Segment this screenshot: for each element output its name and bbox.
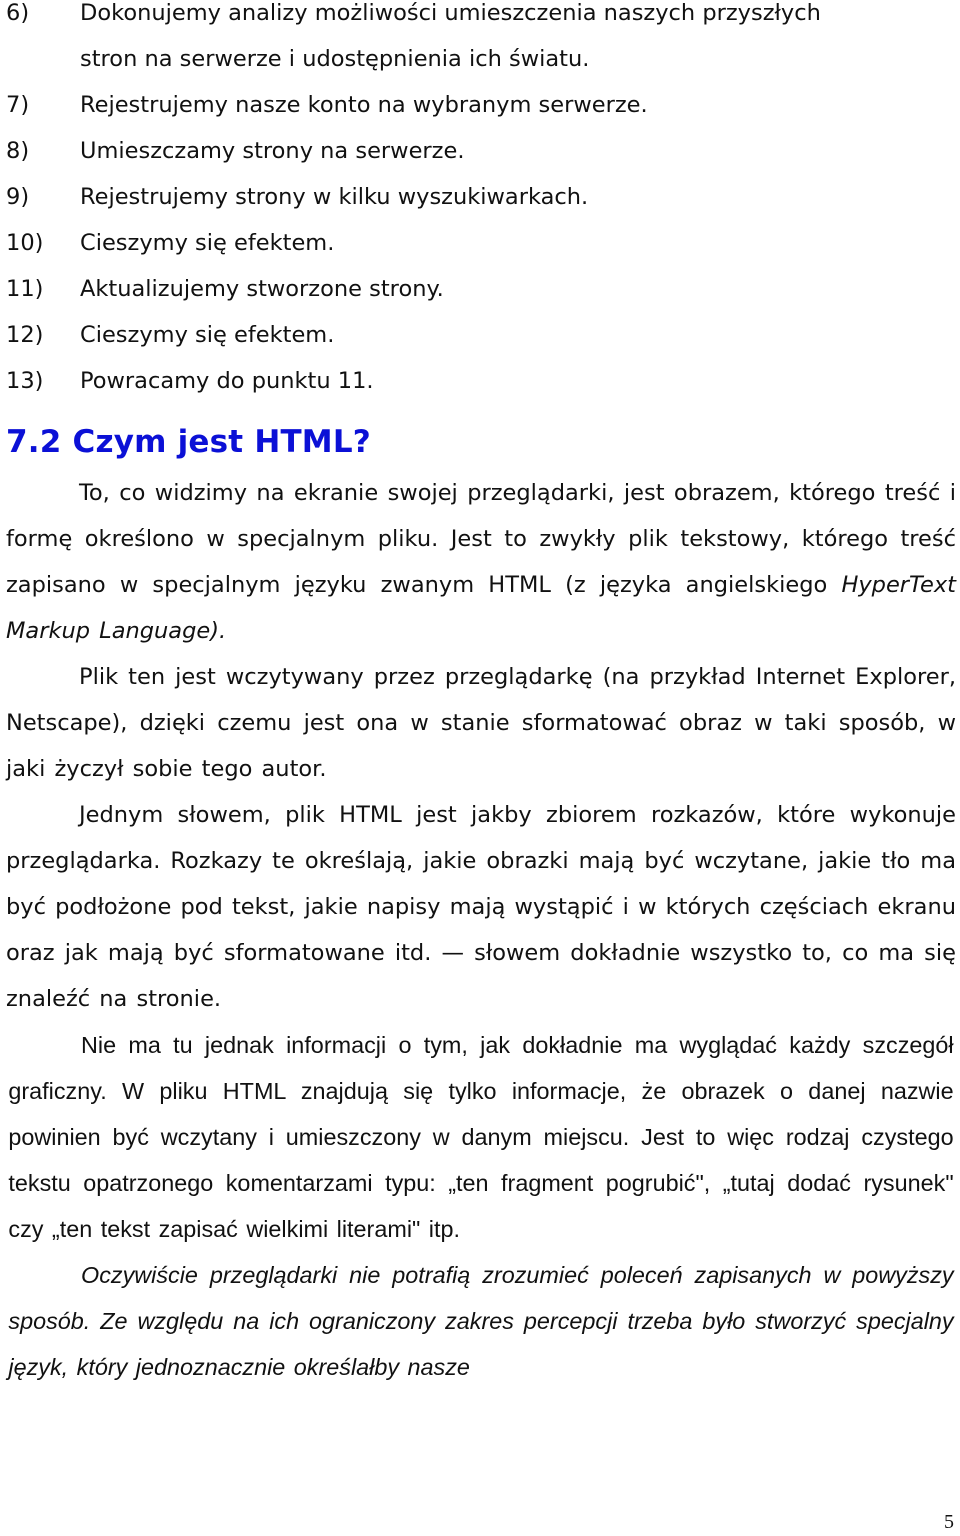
steps-list: 6) Dokonujemy analizy możliwości umieszc…: [6, 0, 956, 404]
list-text: Cieszymy się efektem.: [80, 230, 335, 256]
document-page: 6) Dokonujemy analizy możliwości umieszc…: [6, 0, 956, 1390]
paragraph-commands: Jednym słowem, plik HTML jest jakby zbio…: [6, 802, 956, 1012]
list-text: Cieszymy się efektem.: [80, 322, 335, 348]
page-number: 5: [944, 1511, 954, 1533]
list-text: Rejestrujemy nasze konto na wybranym ser…: [80, 92, 648, 118]
list-number: 6): [6, 0, 30, 26]
list-item: 8) Umieszczamy strony na serwerze.: [6, 128, 956, 174]
paragraph-what-is-html: To, co widzimy na ekranie swojej przeglą…: [6, 480, 956, 644]
section-heading: 7.2 Czym jest HTML?: [6, 424, 371, 460]
paragraph-no-graphics-info: Nie ma tu jednak informacji o tym, jak d…: [8, 1032, 954, 1242]
list-text-continuation: stron na serwerze i udostępnienia ich św…: [80, 46, 590, 72]
list-text: Umieszczamy strony na serwerze.: [80, 138, 465, 164]
list-item: 7) Rejestrujemy nasze konto na wybranym …: [6, 82, 956, 128]
list-item: 13) Powracamy do punktu 11.: [6, 358, 956, 404]
list-text: Aktualizujemy stworzone strony.: [80, 276, 444, 302]
list-text: Rejestrujemy strony w kilku wyszukiwarka…: [80, 184, 589, 210]
list-item: 10) Cieszymy się efektem.: [6, 220, 956, 266]
paragraph-browser-reads: Plik ten jest wczytywany przez przegląda…: [6, 664, 956, 782]
list-number: 10): [6, 230, 44, 256]
list-item: 11) Aktualizujemy stworzone strony.: [6, 266, 956, 312]
list-number: 12): [6, 322, 44, 348]
list-text: Powracamy do punktu 11.: [80, 368, 374, 394]
list-number: 13): [6, 368, 44, 394]
list-number: 7): [6, 92, 30, 118]
list-number: 8): [6, 138, 30, 164]
list-number: 11): [6, 276, 44, 302]
paragraph-browsers-cannot: Oczywiście przeglądarki nie potrafią zro…: [8, 1262, 954, 1380]
list-item: 6) Dokonujemy analizy możliwości umieszc…: [6, 0, 956, 82]
list-text: Dokonujemy analizy możliwości umieszczen…: [80, 0, 821, 26]
list-number: 9): [6, 184, 30, 210]
list-item: 9) Rejestrujemy strony w kilku wyszukiwa…: [6, 174, 956, 220]
list-item: 12) Cieszymy się efektem.: [6, 312, 956, 358]
